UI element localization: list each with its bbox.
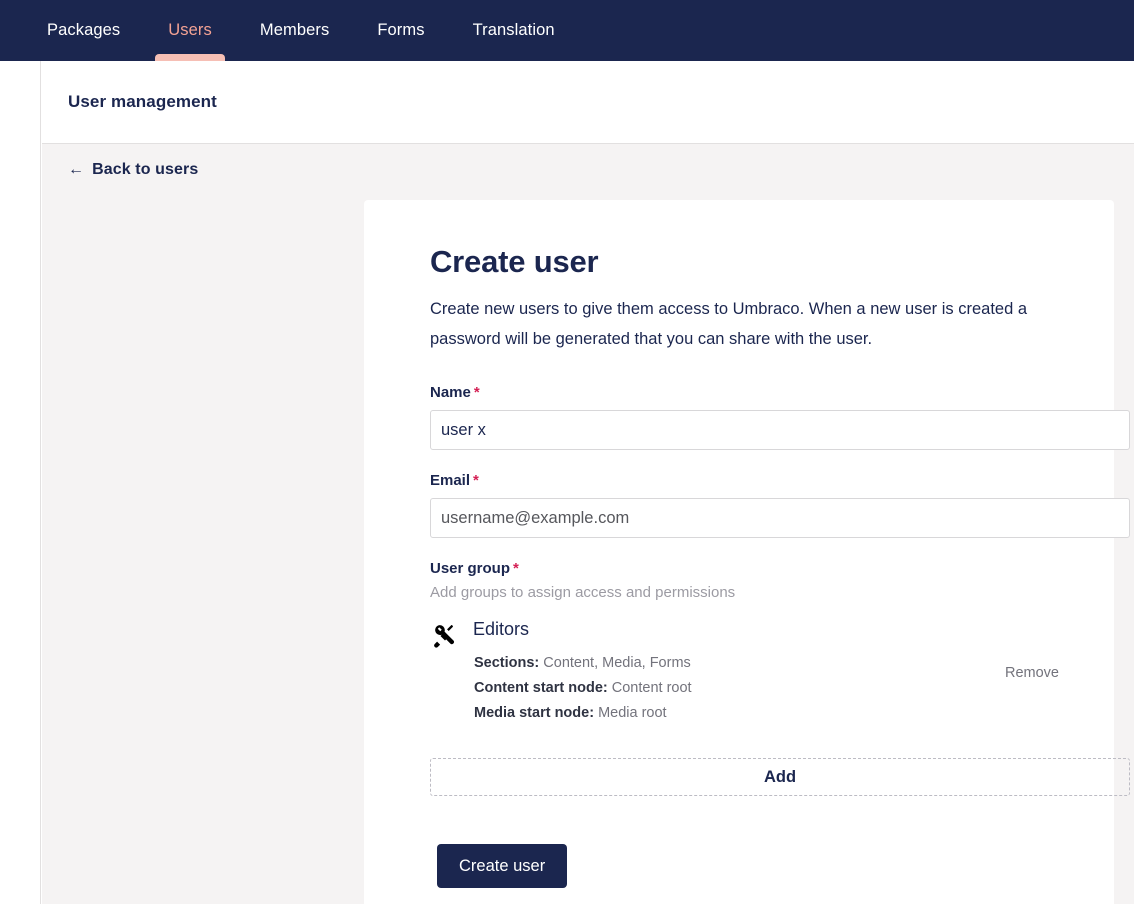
nav-tab-packages[interactable]: Packages bbox=[34, 0, 133, 61]
left-gutter bbox=[0, 61, 41, 904]
sections-label: Sections: bbox=[474, 655, 540, 671]
nav-tab-translation-label: Translation bbox=[472, 21, 555, 39]
nav-tab-members[interactable]: Members bbox=[247, 0, 342, 61]
remove-user-group-button[interactable]: Remove bbox=[1005, 665, 1059, 681]
nav-tab-packages-label: Packages bbox=[47, 21, 121, 39]
name-required-marker: * bbox=[473, 384, 480, 401]
nav-tab-translation[interactable]: Translation bbox=[460, 0, 568, 61]
media-start-node-label: Media start node: bbox=[474, 705, 595, 721]
name-label-text: Name bbox=[430, 384, 471, 401]
user-group-field-label: User group * bbox=[430, 560, 1065, 577]
content-start-node-value: Content root bbox=[611, 680, 692, 696]
back-to-users-link[interactable]: ← Back to users bbox=[68, 161, 198, 179]
add-user-group-button[interactable]: Add bbox=[430, 758, 1130, 796]
user-group-detail-sections: Sections: Content, Media, Forms bbox=[474, 651, 1065, 676]
user-group-name: Editors bbox=[473, 619, 530, 639]
email-input[interactable] bbox=[430, 498, 1130, 538]
nav-tab-list: Packages Users Members Forms Translation bbox=[0, 0, 568, 61]
email-label-text: Email bbox=[430, 472, 471, 489]
name-field-label: Name * bbox=[430, 384, 1065, 401]
nav-tab-users-label: Users bbox=[168, 21, 212, 39]
user-group-field-group: User group * Add groups to assign access … bbox=[430, 560, 1130, 796]
create-user-title: Create user bbox=[430, 244, 599, 279]
nav-tab-members-label: Members bbox=[259, 21, 330, 39]
tools-icon bbox=[430, 621, 460, 651]
user-group-required-marker: * bbox=[513, 560, 519, 577]
main-content-area: ← Back to users Create user Create new u… bbox=[42, 144, 1134, 904]
page-title: User management bbox=[68, 92, 217, 111]
back-to-users-label: Back to users bbox=[92, 161, 199, 178]
content-start-node-label: Content start node: bbox=[474, 680, 608, 696]
nav-tab-forms-label: Forms bbox=[377, 21, 425, 39]
nav-tab-forms[interactable]: Forms bbox=[364, 0, 437, 61]
sections-value: Content, Media, Forms bbox=[543, 655, 691, 671]
create-user-card: Create user Create new users to give the… bbox=[364, 200, 1130, 904]
name-field-group: Name * bbox=[430, 384, 1130, 450]
top-navigation-bar: Packages Users Members Forms Translation bbox=[0, 0, 1134, 61]
active-tab-underline bbox=[155, 54, 225, 61]
user-group-details: Sections: Content, Media, Forms Content … bbox=[430, 651, 1065, 726]
create-user-description: Create new users to give them access to … bbox=[430, 300, 1028, 348]
nav-tab-users[interactable]: Users bbox=[155, 0, 225, 61]
media-start-node-value: Media root bbox=[598, 705, 667, 721]
arrow-left-icon: ← bbox=[68, 161, 85, 178]
page-header: User management bbox=[42, 61, 1134, 144]
user-group-detail-content-start-node: Content start node: Content root bbox=[474, 676, 1065, 701]
user-group-help-text: Add groups to assign access and permissi… bbox=[430, 584, 736, 601]
email-required-marker: * bbox=[473, 472, 479, 489]
user-group-list: Editors Sections: Content, Media, Forms … bbox=[430, 619, 1065, 726]
email-field-group: Email * bbox=[430, 472, 1130, 538]
user-group-label-text: User group bbox=[430, 560, 511, 577]
user-group-item-body: Editors bbox=[473, 619, 1065, 646]
create-user-submit-button[interactable]: Create user bbox=[437, 844, 568, 888]
name-input[interactable] bbox=[430, 410, 1130, 450]
email-field-label: Email * bbox=[430, 472, 1065, 489]
user-group-detail-media-start-node: Media start node: Media root bbox=[474, 701, 1065, 726]
user-group-item[interactable]: Editors bbox=[430, 619, 1065, 651]
